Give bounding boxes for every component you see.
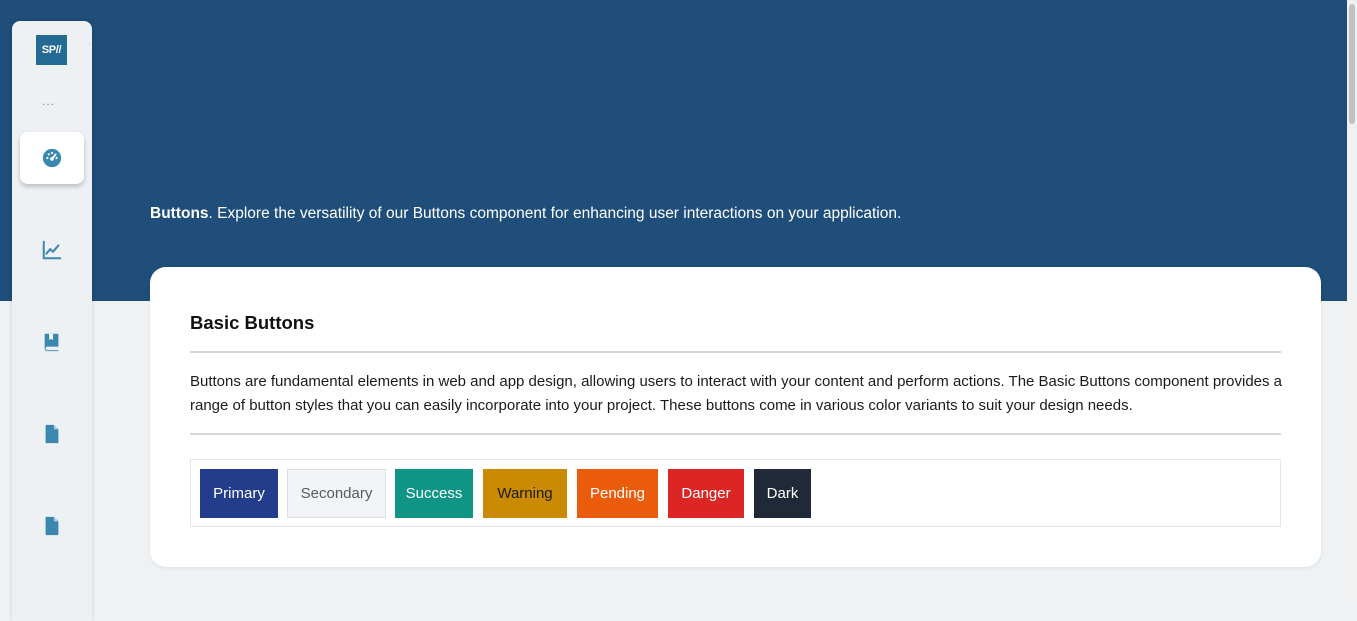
basic-buttons-card: Basic Buttons Buttons are fundamental el…: [150, 267, 1321, 567]
warning-button[interactable]: Warning: [483, 469, 567, 518]
primary-button[interactable]: Primary: [200, 469, 278, 518]
dashboard-gauge-icon: [42, 148, 62, 168]
pending-button[interactable]: Pending: [577, 469, 658, 518]
page-scrollbar[interactable]: [1347, 0, 1357, 600]
app-logo[interactable]: SP//: [36, 35, 67, 65]
page-intro: Buttons. Explore the versatility of our …: [150, 205, 901, 223]
intro-title: Buttons: [150, 205, 209, 222]
button-showcase: Primary Secondary Success Warning Pendin…: [190, 459, 1281, 527]
collapse-arrow-icon[interactable]: ›: [88, 39, 96, 49]
danger-button[interactable]: Danger: [668, 469, 744, 518]
sidebar: SP// › ...: [12, 21, 92, 621]
line-chart-icon: [42, 240, 62, 260]
divider: [190, 351, 1281, 353]
page-header-banner: [0, 0, 1347, 301]
scrollbar-thumb[interactable]: [1349, 4, 1355, 124]
sidebar-item-analytics[interactable]: [20, 224, 84, 276]
card-description: Buttons are fundamental elements in web …: [190, 373, 1283, 414]
sidebar-item-document-2[interactable]: [20, 500, 84, 552]
divider: [190, 433, 1281, 435]
secondary-button[interactable]: Secondary: [287, 469, 386, 518]
sidebar-more[interactable]: ...: [42, 94, 55, 108]
sidebar-item-book[interactable]: [20, 316, 84, 368]
intro-text: . Explore the versatility of our Buttons…: [208, 205, 902, 222]
card-title: Basic Buttons: [190, 312, 315, 333]
dark-button[interactable]: Dark: [754, 469, 811, 518]
document-icon: [45, 516, 59, 536]
sidebar-item-dashboard[interactable]: [20, 132, 84, 184]
success-button[interactable]: Success: [395, 469, 473, 518]
sidebar-item-document-1[interactable]: [20, 408, 84, 460]
book-icon: [44, 333, 59, 352]
document-icon: [45, 424, 59, 444]
